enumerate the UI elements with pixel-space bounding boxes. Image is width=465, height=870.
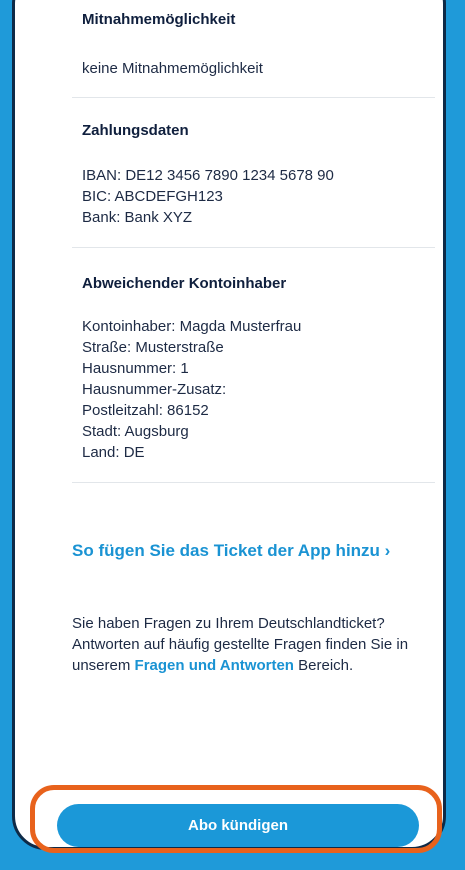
strasse-line: Straße: Musterstraße [82,339,224,356]
kontoinhaber-line: Kontoinhaber: Magda Musterfrau [82,318,302,335]
hausnummer-line: Hausnummer: 1 [82,360,189,377]
bank-line: Bank: Bank XYZ [82,209,193,226]
hausnummer-zusatz-line: Hausnummer-Zusatz: [82,381,227,398]
app-link[interactable]: So fügen Sie das Ticket der App hinzu › [72,541,390,561]
ticket-details: Mitnahmemöglichkeit keine Mitnahmemöglic… [15,0,443,847]
divider [72,482,435,483]
postleitzahl-line: Postleitzahl: 86152 [82,402,209,419]
divider [72,247,435,248]
section-title-mitnahme: Mitnahmemöglichkeit [82,11,236,28]
stadt-line: Stadt: Augsburg [82,423,189,440]
faq-text: Sie haben Fragen zu Ihrem Deutschlandtic… [72,613,432,676]
land-line: Land: DE [82,444,145,461]
faq-text-after: Bereich. [293,657,354,674]
section-title-kontoinhaber: Abweichender Kontoinhaber [82,275,287,292]
faq-link[interactable]: Fragen und Antworten [135,657,294,674]
iban-line: IBAN: DE12 3456 7890 1234 5678 90 [82,167,334,184]
section-title-zahlungsdaten: Zahlungsdaten [82,122,189,139]
divider [72,97,435,98]
bic-line: BIC: ABCDEFGH123 [82,188,223,205]
phone-frame: Mitnahmemöglichkeit keine Mitnahmemöglic… [0,0,465,870]
mitnahme-value: keine Mitnahmemöglichkeit [82,60,263,77]
cancel-subscription-button[interactable]: Abo kündigen [57,804,419,847]
app-screen: Mitnahmemöglichkeit keine Mitnahmemöglic… [12,0,446,850]
app-link-label: So fügen Sie das Ticket der App hinzu [72,541,380,560]
chevron-right-icon: › [384,541,391,560]
